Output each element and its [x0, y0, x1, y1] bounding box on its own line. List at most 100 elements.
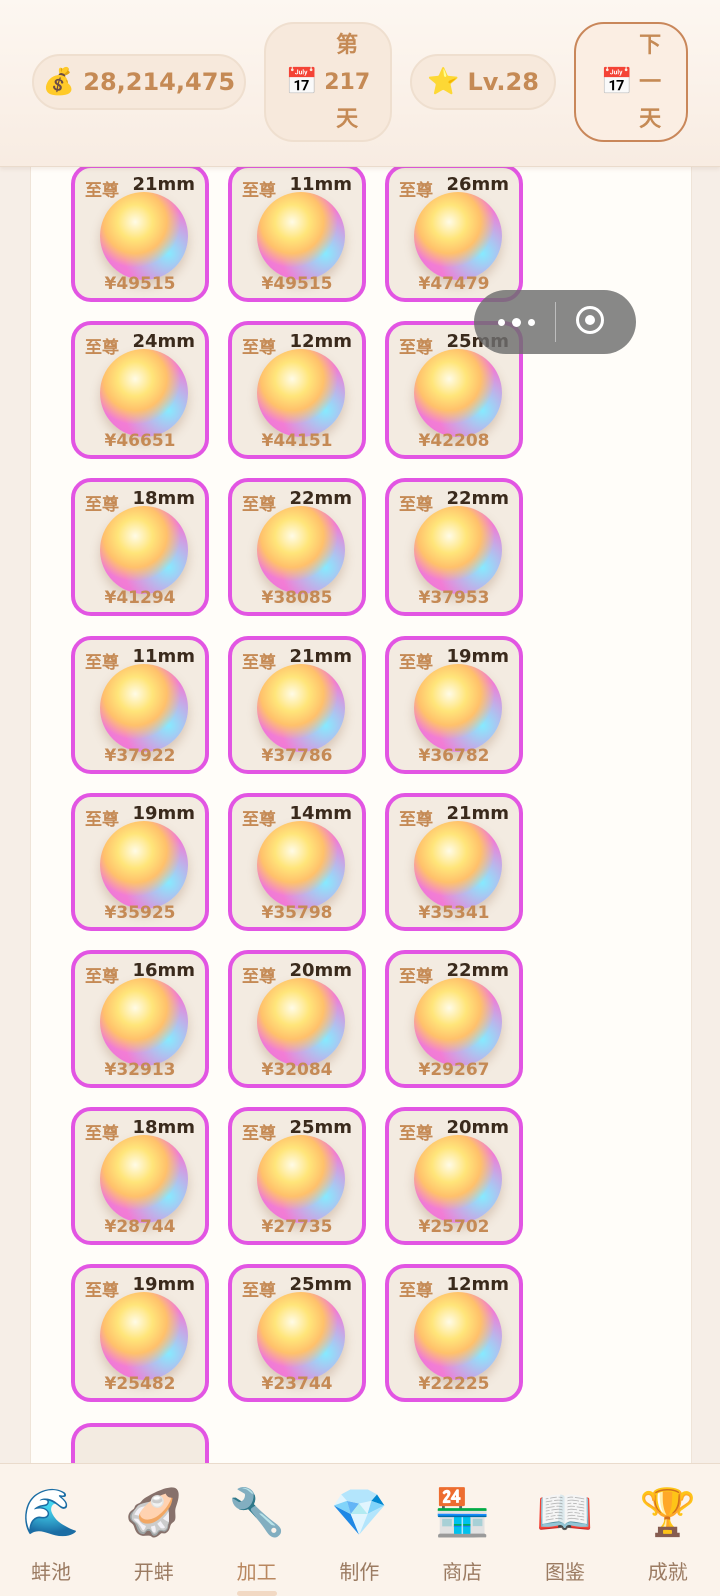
pearl-card[interactable]: 至尊 25mm ¥27735	[228, 1107, 366, 1245]
pearl-card[interactable]: 至尊 18mm ¥28744	[71, 1107, 209, 1245]
next-day-char-1: 下	[639, 32, 662, 58]
pearl-size: 16mm	[132, 960, 195, 981]
pearl-icon	[414, 821, 502, 909]
pearl-grade: 至尊	[85, 653, 119, 673]
pearl-card[interactable]: 至尊 25mm ¥23744	[228, 1264, 366, 1402]
day-number: 217	[324, 69, 371, 95]
pearl-size: 19mm	[132, 1274, 195, 1295]
pearl-grade: 至尊	[242, 338, 276, 358]
pearl-card[interactable]: 至尊 22mm ¥29267	[385, 950, 523, 1088]
pearl-price: ¥37953	[418, 588, 490, 608]
pearl-icon	[414, 349, 502, 437]
pearl-icon	[414, 192, 502, 280]
nav-label: 开蚌	[133, 1560, 174, 1584]
pearl-card[interactable]: 至尊 22mm ¥37953	[385, 478, 523, 616]
pearl-card[interactable]: 至尊 14mm ¥35798	[228, 793, 366, 931]
pearl-icon	[100, 349, 188, 437]
miniprogram-capsule	[474, 290, 636, 354]
pearl-card[interactable]: 至尊 24mm ¥46651	[71, 321, 209, 459]
pearl-size: 26mm	[446, 174, 509, 195]
pearl-size: 18mm	[132, 1117, 195, 1138]
pearl-size: 21mm	[446, 803, 509, 824]
pearl-card[interactable]: 至尊 26mm ¥47479	[385, 164, 523, 302]
nav-item[interactable]: 🦪 开蚌	[103, 1464, 205, 1596]
pearl-grade: 至尊	[85, 1281, 119, 1301]
calendar-icon: 📅	[600, 67, 634, 97]
pearl-icon	[414, 1135, 502, 1223]
pearl-size: 19mm	[446, 646, 509, 667]
pearl-icon	[100, 1135, 188, 1223]
pearl-card[interactable]: 至尊 11mm ¥49515	[228, 164, 366, 302]
pearl-icon	[414, 1292, 502, 1380]
pearl-icon	[100, 192, 188, 280]
pearl-card[interactable]: 至尊 21mm ¥49515	[71, 164, 209, 302]
pearl-card[interactable]: 至尊 12mm ¥44151	[228, 321, 366, 459]
pearl-size: 21mm	[289, 646, 352, 667]
pearl-price: ¥37786	[261, 746, 333, 766]
pearl-grade: 至尊	[399, 810, 433, 830]
pearl-size: 11mm	[132, 646, 195, 667]
pearl-card[interactable]: 至尊 20mm ¥32084	[228, 950, 366, 1088]
pearl-card[interactable]: 至尊 19mm ¥35925	[71, 793, 209, 931]
pearl-card[interactable]: 至尊 20mm ¥25702	[385, 1107, 523, 1245]
pearl-card[interactable]: 至尊 19mm ¥25482	[71, 1264, 209, 1402]
pearl-grade: 至尊	[242, 967, 276, 987]
calendar-icon: 📅	[285, 67, 319, 97]
pearl-grade: 至尊	[399, 1124, 433, 1144]
next-day-button[interactable]: 📅 下 一 天	[574, 22, 688, 142]
pearl-grade: 至尊	[85, 338, 119, 358]
pearl-price: ¥29267	[418, 1060, 490, 1080]
pearl-icon	[100, 821, 188, 909]
pearl-card[interactable]: 至尊 21mm ¥37786	[228, 636, 366, 774]
pearl-grade: 至尊	[399, 967, 433, 987]
pearl-card[interactable]: 至尊 19mm ¥36782	[385, 636, 523, 774]
nav-label: 商店	[442, 1560, 483, 1584]
pearl-grade: 至尊	[242, 1124, 276, 1144]
oyster-icon: 🦪	[125, 1485, 183, 1539]
pearl-card-partial[interactable]	[71, 1423, 209, 1463]
pearl-grade: 至尊	[85, 181, 119, 201]
next-day-char-3: 天	[639, 106, 662, 132]
pearl-price: ¥32913	[104, 1060, 176, 1080]
pearl-icon	[257, 192, 345, 280]
pearl-card[interactable]: 至尊 22mm ¥38085	[228, 478, 366, 616]
next-day-char-2: 一	[639, 69, 662, 95]
nav-item[interactable]: 💎 制作	[308, 1464, 410, 1596]
pearl-icon	[257, 664, 345, 752]
more-options-icon[interactable]	[498, 310, 548, 334]
nav-item[interactable]: 📖 图鉴	[514, 1464, 616, 1596]
pearl-card[interactable]: 至尊 16mm ¥32913	[71, 950, 209, 1088]
pearl-price: ¥42208	[418, 431, 490, 451]
pearl-price: ¥25482	[104, 1374, 176, 1394]
pearl-grade: 至尊	[85, 495, 119, 515]
pearl-card[interactable]: 至尊 18mm ¥41294	[71, 478, 209, 616]
pearl-card[interactable]: 至尊 21mm ¥35341	[385, 793, 523, 931]
store-icon: 🏪	[433, 1485, 491, 1539]
pearl-grade: 至尊	[85, 967, 119, 987]
pearl-grade: 至尊	[242, 181, 276, 201]
pearl-card[interactable]: 至尊 11mm ¥37922	[71, 636, 209, 774]
money-value: 28,214,475	[83, 68, 236, 96]
nav-item[interactable]: 🌊 蚌池	[0, 1464, 102, 1596]
nav-item[interactable]: 🏆 成就	[617, 1464, 719, 1596]
pearl-size: 22mm	[446, 960, 509, 981]
pearl-icon	[257, 506, 345, 594]
top-status-bar: 💰 28,214,475 📅 第 217 天 ⭐ Lv.28 📅 下 一 天	[0, 0, 720, 167]
pearl-grade: 至尊	[399, 181, 433, 201]
trophy-icon: 🏆	[639, 1485, 697, 1539]
pearl-icon	[257, 1292, 345, 1380]
pearl-size: 14mm	[289, 803, 352, 824]
nav-label: 制作	[339, 1560, 380, 1584]
pearl-icon	[257, 1135, 345, 1223]
pearl-icon	[257, 821, 345, 909]
pearl-card[interactable]: 至尊 12mm ¥22225	[385, 1264, 523, 1402]
capsule-divider	[555, 302, 556, 342]
pearl-size: 24mm	[132, 331, 195, 352]
pearl-inventory-panel: 至尊 21mm ¥49515 至尊 11mm ¥49515 至尊 26mm ¥47479 至尊 24…	[30, 160, 692, 1463]
pearl-grade: 至尊	[242, 810, 276, 830]
pearl-price: ¥23744	[261, 1374, 333, 1394]
close-miniprogram-icon[interactable]	[576, 306, 604, 334]
pearl-size: 12mm	[446, 1274, 509, 1295]
nav-item[interactable]: 🏪 商店	[411, 1464, 513, 1596]
nav-item[interactable]: 🔧 加工	[206, 1464, 308, 1596]
